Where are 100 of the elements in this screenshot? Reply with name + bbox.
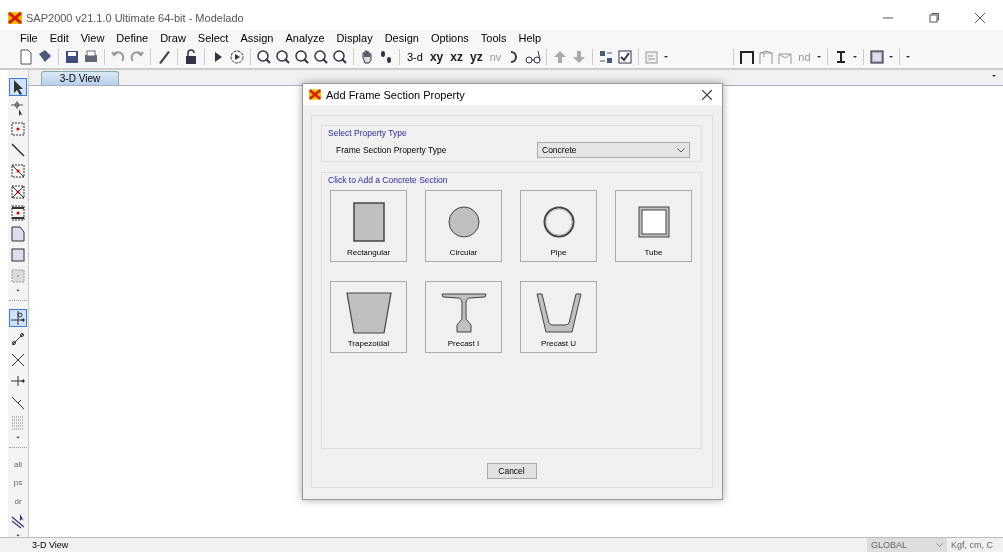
section-button[interactable]: Trapezoidal — [330, 281, 407, 353]
run-icon[interactable] — [229, 49, 245, 65]
menu-item[interactable]: Define — [110, 32, 155, 44]
menu-item[interactable]: View — [74, 32, 111, 44]
poly-tool-icon — [10, 226, 26, 242]
section-button[interactable]: Rectangular — [330, 190, 407, 262]
pan-hand-icon[interactable] — [359, 49, 375, 65]
dropdown-arrow-icon[interactable] — [991, 73, 997, 79]
select-tool-button[interactable]: all — [9, 456, 27, 472]
menu-item[interactable]: File — [14, 32, 44, 44]
chevron-down-icon — [936, 543, 943, 547]
rect-line-tool-icon — [10, 163, 26, 179]
menu-item[interactable]: Tools — [474, 32, 513, 44]
field-label: Frame Section Property Type — [336, 145, 448, 155]
rect-line-tool-button[interactable] — [9, 162, 27, 180]
zoom-out-icon[interactable] — [332, 49, 348, 65]
view-button[interactable]: 3-d — [405, 51, 425, 63]
menu-item[interactable]: Design — [378, 32, 425, 44]
menu-item[interactable]: Select — [191, 32, 235, 44]
checkbox-icon[interactable] — [617, 49, 634, 65]
property-type-dropdown[interactable]: Concrete — [537, 142, 690, 158]
pencil-icon[interactable] — [156, 49, 172, 65]
coordinate-system-dropdown[interactable]: GLOBAL — [867, 538, 947, 552]
snap-perp-tool-icon — [10, 394, 26, 411]
menu-item[interactable]: Assign — [234, 32, 280, 44]
view-button[interactable]: xy — [427, 50, 446, 64]
panel-icon[interactable] — [868, 49, 885, 65]
menu-item[interactable]: Edit — [43, 32, 75, 44]
cancel-button[interactable]: Cancel — [486, 463, 537, 479]
menu-item[interactable]: Options — [424, 32, 475, 44]
snap-tool-button[interactable] — [9, 309, 27, 328]
section-button[interactable]: Precast U — [520, 281, 597, 353]
select-tool-button[interactable]: ps — [9, 474, 27, 491]
view-button[interactable]: yz — [467, 50, 485, 64]
dropdown-arrow-icon[interactable] — [15, 532, 21, 538]
rectangle-section-drawing — [352, 202, 385, 242]
line-tool-button[interactable] — [9, 141, 27, 159]
section-button[interactable]: Pipe — [520, 190, 597, 262]
footprints-icon[interactable] — [378, 49, 394, 65]
menu-item[interactable]: Help — [512, 32, 548, 44]
cross-line-tool-icon — [10, 184, 26, 200]
snap-cross-tool-icon — [10, 352, 26, 369]
select-tool-button[interactable]: dr — [9, 493, 27, 509]
dialog-title: Add Frame Section Property — [326, 88, 466, 101]
reshaper-tool-icon — [10, 100, 26, 116]
close-icon — [702, 89, 712, 100]
frame-tool-icon — [10, 205, 26, 221]
cross-line-tool-button[interactable] — [9, 183, 27, 201]
window-title: SAP2000 v21.1.0 Ultimate 64-bit - Modelado — [26, 12, 245, 24]
pointer-tool-button[interactable] — [9, 78, 27, 96]
frame-tool-button[interactable] — [9, 204, 27, 222]
square-tube-section-drawing — [637, 206, 670, 238]
menu-item[interactable]: Display — [330, 32, 379, 44]
line-tool-icon — [10, 142, 26, 158]
portal-frame-icon[interactable] — [739, 49, 756, 65]
lock-icon[interactable] — [183, 49, 199, 65]
zoom-previous-icon[interactable] — [294, 49, 310, 65]
save-icon[interactable] — [64, 49, 80, 65]
zoom-window-icon[interactable] — [256, 49, 272, 65]
trapezoid-section-drawing — [345, 292, 392, 334]
snap-line-tool-icon — [10, 331, 26, 348]
select-line-tool-icon — [10, 512, 26, 529]
dropdown-arrow-icon[interactable] — [15, 435, 21, 441]
group-title: Click to Add a Concrete Section — [328, 175, 448, 185]
menu-item[interactable]: Draw — [154, 32, 192, 44]
view-button[interactable]: xz — [448, 50, 465, 64]
zoom-icon[interactable] — [275, 49, 291, 65]
app-logo-icon — [309, 89, 321, 100]
dropdown-arrow-icon[interactable] — [15, 288, 21, 294]
status-text: 3-D View — [32, 540, 70, 550]
u-channel-section-drawing — [535, 293, 582, 333]
grid-select-icon[interactable] — [598, 49, 615, 65]
snap-tool-icon — [10, 310, 26, 327]
dropdown-arrow-icon[interactable] — [904, 54, 911, 60]
units-text[interactable]: Kgf, cm, C — [947, 540, 1003, 550]
grid-tool-icon — [10, 415, 26, 432]
section-button[interactable]: Precast I — [425, 281, 502, 353]
circle-section-drawing — [447, 206, 480, 238]
view-tab[interactable]: 3-D View — [41, 71, 119, 85]
menu-item[interactable]: Analyze — [279, 32, 331, 44]
ring-section-drawing — [542, 206, 575, 238]
i-beam-section-drawing — [440, 293, 487, 333]
close-icon[interactable] — [975, 13, 985, 23]
section-button[interactable]: Tube — [615, 190, 692, 262]
section-button[interactable]: Circular — [425, 190, 502, 262]
zoom-in-icon[interactable] — [313, 49, 329, 65]
area-tool-icon — [10, 268, 26, 284]
poly-tool-button[interactable] — [9, 225, 27, 243]
new-file-icon[interactable] — [18, 49, 34, 65]
dropdown-arrow-icon[interactable] — [851, 54, 858, 60]
chevron-down-icon — [677, 147, 685, 153]
rect-tool-button[interactable] — [9, 246, 27, 264]
glasses-icon[interactable] — [525, 49, 542, 65]
print-icon[interactable] — [83, 49, 99, 65]
dropdown-arrow-icon[interactable] — [815, 54, 822, 60]
dropdown-arrow-icon[interactable] — [663, 54, 670, 60]
restore-icon[interactable] — [929, 13, 939, 23]
dropdown-arrow-icon[interactable] — [887, 54, 894, 60]
rect-tool-icon — [10, 247, 26, 263]
app-logo-icon — [8, 12, 22, 24]
